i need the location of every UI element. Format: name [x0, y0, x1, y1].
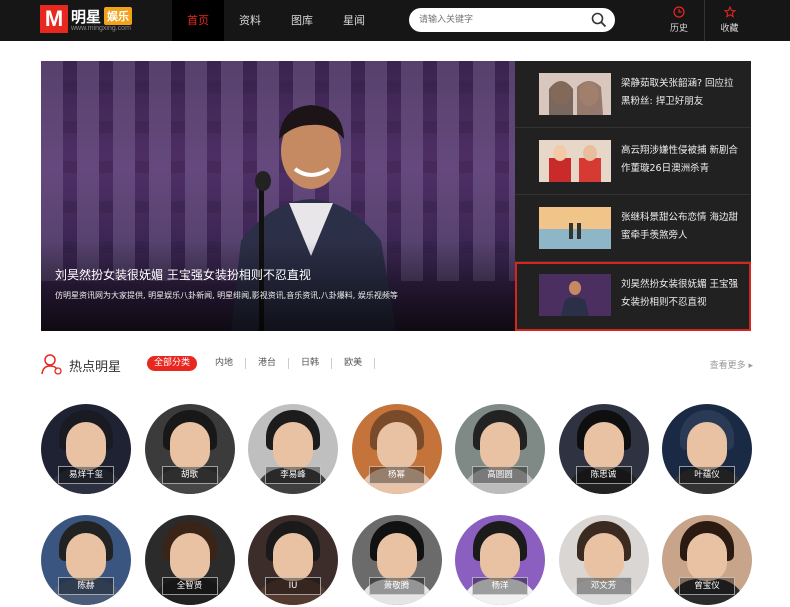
- star-avatar[interactable]: 易烊千玺: [41, 404, 131, 494]
- star-avatar[interactable]: 杨洋: [455, 515, 545, 605]
- star-name: 杨洋: [472, 577, 528, 595]
- star-name: 陈赫: [58, 577, 114, 595]
- avatar-face: [66, 533, 106, 581]
- avatar-face: [480, 533, 520, 581]
- star-name: 杨幂: [368, 466, 425, 484]
- hero-title[interactable]: 刘昊然扮女装很妩媚 王宝强女装扮相则不忍直视: [55, 266, 311, 283]
- star-avatar[interactable]: 叶蕴仪: [662, 404, 752, 494]
- news-thumbnail: [539, 207, 611, 249]
- star-name: 曾宝仪: [679, 577, 735, 595]
- news-thumbnail: [539, 140, 611, 182]
- avatar-face: [273, 533, 313, 581]
- side-news-title: 刘昊然扮女装很妩媚 王宝强女装扮相则不忍直视: [621, 279, 739, 308]
- hot-stars-header: 热点明星 全部分类 内地 港台 日韩 欧美 查看更多 ▸: [41, 352, 753, 378]
- star-name: 叶蕴仪: [679, 466, 735, 484]
- tab-all[interactable]: 全部分类: [147, 356, 198, 371]
- star-avatar[interactable]: 李易峰: [248, 404, 338, 494]
- hero-main-slide[interactable]: 刘昊然扮女装很妩媚 王宝强女装扮相则不忍直视 仿明星资讯网为大家提供, 明星娱乐…: [41, 61, 515, 331]
- star-avatar[interactable]: 曾宝仪: [662, 515, 752, 605]
- clock-icon: [673, 6, 685, 18]
- avatar-face: [273, 422, 313, 470]
- logo-mark: M: [40, 5, 68, 33]
- chevron-right-icon: ▸: [748, 361, 753, 371]
- main-nav: 首页 资料 图库 星闻: [172, 0, 380, 41]
- avatar-face: [376, 422, 417, 470]
- star-avatar[interactable]: 胡歌: [144, 404, 235, 494]
- logo-badge: 娱乐: [104, 7, 132, 25]
- nav-home[interactable]: 首页: [172, 0, 224, 41]
- nav-gallery[interactable]: 图库: [276, 0, 328, 41]
- star-avatar[interactable]: 陈思诚: [558, 404, 649, 494]
- avatar-face: [583, 422, 624, 470]
- avatar-face: [480, 422, 520, 470]
- avatar-face: [583, 533, 624, 581]
- star-avatar[interactable]: 高圆圆: [455, 404, 545, 494]
- nav-news[interactable]: 星闻: [328, 0, 380, 41]
- star-name: 陈思诚: [575, 466, 632, 484]
- side-news-item-selected[interactable]: 刘昊然扮女装很妩媚 王宝强女装扮相则不忍直视: [515, 262, 751, 331]
- tab-mainland[interactable]: 内地: [203, 358, 247, 369]
- star-avatar[interactable]: 邓文芳: [558, 515, 649, 605]
- avatar-face: [376, 533, 417, 581]
- star-name: IU: [265, 577, 321, 595]
- side-news-item[interactable]: 张继科景甜公布恋情 海边甜蜜牵手羡煞旁人: [515, 195, 751, 262]
- history-button[interactable]: 历史: [654, 0, 704, 41]
- favorites-button[interactable]: 收藏: [704, 0, 754, 41]
- tab-hk-tw[interactable]: 港台: [246, 358, 290, 369]
- star-avatar[interactable]: 萧敬腾: [351, 515, 442, 605]
- side-news-title: 高云翔涉嫌性侵被捕 新剧合作董璇26日澳洲杀青: [621, 145, 739, 174]
- avatar-face: [687, 422, 727, 470]
- section-title: 热点明星: [69, 360, 122, 375]
- star-name: 胡歌: [161, 466, 218, 484]
- side-news-item[interactable]: 梁静茹取关张韶涵? 回应拉黑粉丝: 捍卫好朋友: [515, 61, 751, 128]
- avatar-face: [687, 533, 727, 581]
- hero-description: 仿明星资讯网为大家提供, 明星娱乐八卦新闻, 明星绯闻,影视资讯,音乐资讯,八卦…: [55, 291, 398, 300]
- site-logo[interactable]: M 明星 娱乐 www.mingxing.com: [40, 5, 160, 37]
- star-name: 邓文芳: [575, 577, 632, 595]
- star-name: 高圆圆: [472, 466, 528, 484]
- star-name: 全智贤: [161, 577, 218, 595]
- logo-url: www.mingxing.com: [71, 25, 131, 32]
- side-news-title: 梁静茹取关张韶涵? 回应拉黑粉丝: 捍卫好朋友: [621, 78, 734, 107]
- star-name: 萧敬腾: [368, 577, 425, 595]
- star-avatar[interactable]: 全智贤: [144, 515, 235, 605]
- favorites-label: 收藏: [720, 24, 739, 34]
- news-thumbnail: [539, 73, 611, 115]
- hero-side-list: 梁静茹取关张韶涵? 回应拉黑粉丝: 捍卫好朋友 高云翔涉嫌性侵被捕 新剧合作董璇…: [515, 61, 751, 331]
- news-thumbnail: [539, 274, 611, 316]
- star-avatar[interactable]: 陈赫: [41, 515, 131, 605]
- avatar-face: [169, 422, 210, 470]
- history-label: 历史: [669, 24, 688, 34]
- category-tabs: 全部分类 内地 港台 日韩 欧美: [147, 356, 376, 371]
- tab-western[interactable]: 欧美: [332, 358, 376, 369]
- hero-slider: 刘昊然扮女装很妩媚 王宝强女装扮相则不忍直视 仿明星资讯网为大家提供, 明星娱乐…: [41, 61, 751, 331]
- side-news-item[interactable]: 高云翔涉嫌性侵被捕 新剧合作董璇26日澳洲杀青: [515, 128, 751, 195]
- nav-profile[interactable]: 资料: [224, 0, 276, 41]
- view-more-label: 查看更多: [709, 361, 746, 371]
- avatar-face: [169, 533, 210, 581]
- star-avatar[interactable]: IU: [248, 515, 338, 605]
- avatar-face: [66, 422, 106, 470]
- logo-text: 明星: [71, 8, 102, 26]
- search-icon[interactable]: [591, 12, 607, 28]
- tab-jp-kr[interactable]: 日韩: [289, 358, 333, 369]
- view-more-link[interactable]: 查看更多 ▸: [710, 358, 753, 371]
- top-header: M 明星 娱乐 www.mingxing.com 首页 资料 图库 星闻 历史 …: [0, 0, 790, 41]
- person-icon: [41, 354, 62, 375]
- search-input[interactable]: [419, 12, 589, 28]
- star-name: 李易峰: [265, 466, 321, 484]
- side-news-title: 张继科景甜公布恋情 海边甜蜜牵手羡煞旁人: [621, 212, 739, 241]
- header-tools: 历史 收藏: [654, 0, 754, 41]
- star-icon: [723, 6, 736, 18]
- hero-caption-bg: [41, 241, 515, 331]
- search-box: [409, 8, 615, 32]
- star-name: 易烊千玺: [58, 466, 114, 484]
- star-avatar[interactable]: 杨幂: [351, 404, 442, 494]
